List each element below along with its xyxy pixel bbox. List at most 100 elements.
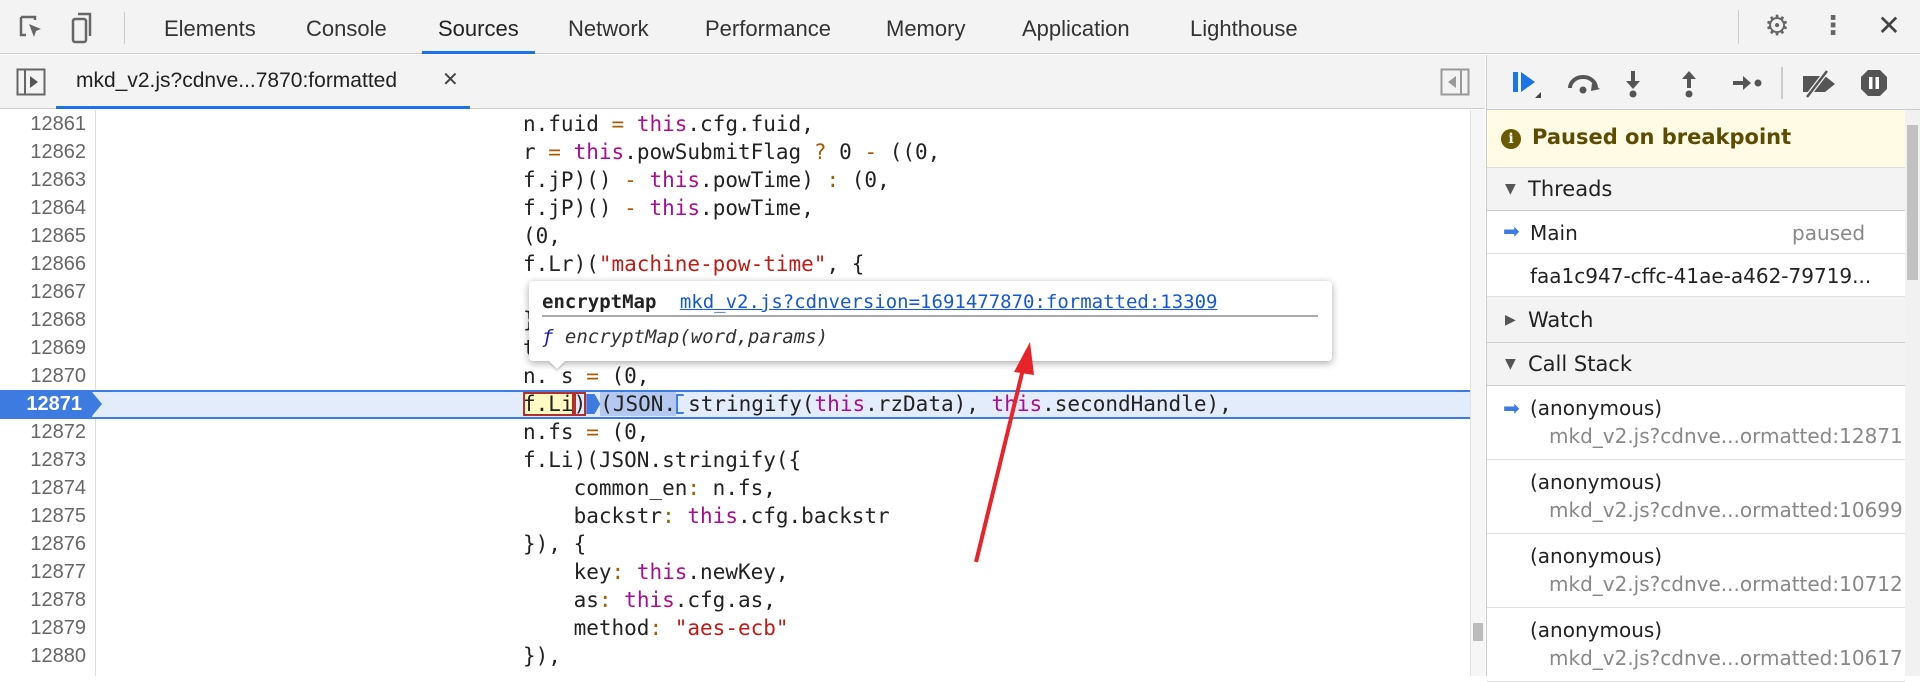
frame-location[interactable]: mkd_v2.js?cdnve...ormatted:10712 <box>1549 572 1903 596</box>
code-line: as: this.cfg.as, <box>523 588 776 612</box>
line-number[interactable]: 12865 <box>0 222 92 250</box>
line-number[interactable]: 12876 <box>0 530 92 558</box>
line-number[interactable]: 12869 <box>0 334 92 362</box>
code-line: r = this.powSubmitFlag ? 0 - ((0, <box>523 140 941 164</box>
call-stack-frame[interactable]: (anonymous) mkd_v2.js?cdnve...ormatted:10… <box>1487 608 1905 682</box>
line-number[interactable]: 12864 <box>0 194 92 222</box>
resume-icon[interactable] <box>1509 70 1543 100</box>
debugger-toolbar <box>1487 55 1920 110</box>
code-token: this <box>991 392 1043 416</box>
watch-section-header[interactable]: ▶ Watch <box>1487 297 1905 343</box>
function-hover-popover: encryptMap mkd_v2.js?cdnversion=16914778… <box>529 281 1332 361</box>
line-number[interactable]: 12875 <box>0 502 92 530</box>
paused-status-text: Paused on breakpoint <box>1532 125 1792 149</box>
thread-status: paused <box>1792 221 1866 245</box>
threads-section-header[interactable]: ▼ Threads <box>1487 168 1905 211</box>
current-frame-arrow-icon: ➡ <box>1503 396 1520 420</box>
frame-location[interactable]: mkd_v2.js?cdnve...ormatted:12871 <box>1549 424 1903 448</box>
inline-breakpoint-inactive-icon[interactable] <box>676 394 689 414</box>
file-tab-label: mkd_v2.js?cdnve...7870:formatted <box>76 69 398 92</box>
code-line: f.jP)() - this.powTime) : (0, <box>523 168 890 192</box>
step-icon[interactable] <box>1731 73 1763 93</box>
thread-item-main[interactable]: ➡ Main paused <box>1487 211 1905 254</box>
line-number[interactable]: 12867 <box>0 278 92 306</box>
code-line: common_en: n.fs, <box>523 476 776 500</box>
close-devtools-icon[interactable]: ✕ <box>1874 12 1904 40</box>
step-into-icon[interactable] <box>1623 69 1643 99</box>
call-stack-frame[interactable]: ➡ (anonymous) mkd_v2.js?cdnve...ormatted:1… <box>1487 386 1905 460</box>
execution-line-number[interactable]: 12871 <box>0 392 102 417</box>
code-token: (JSON. <box>600 392 677 416</box>
paused-banner: i Paused on breakpoint <box>1487 110 1905 168</box>
section-title: Call Stack <box>1528 352 1633 376</box>
line-number[interactable]: 12861 <box>0 110 92 138</box>
toggle-navigator-icon[interactable] <box>16 68 46 96</box>
debugger-sidebar: i Paused on breakpoint ▼ Threads ➡ Main p… <box>1486 55 1920 682</box>
line-number[interactable]: 12866 <box>0 250 92 278</box>
close-tab-icon[interactable]: ✕ <box>442 67 459 91</box>
popover-function-name: encryptMap <box>542 291 657 313</box>
call-stack-frame[interactable]: (anonymous) mkd_v2.js?cdnve...ormatted:10… <box>1487 534 1905 608</box>
code-token: stringify( <box>688 392 815 416</box>
step-out-icon[interactable] <box>1679 69 1699 99</box>
collapse-triangle-icon: ▶ <box>1505 312 1516 328</box>
popover-signature: encryptMap(word,params) <box>564 326 829 348</box>
tab-lighthouse[interactable]: Lighthouse <box>1188 0 1300 54</box>
editor-scrollbar[interactable] <box>1470 110 1485 676</box>
tab-memory[interactable]: Memory <box>884 0 967 54</box>
code-line: key: this.newKey, <box>523 560 789 584</box>
code-line: n.fuid = this.cfg.fuid, <box>523 112 814 136</box>
tab-elements[interactable]: Elements <box>162 0 258 54</box>
line-number[interactable]: 12880 <box>0 642 92 670</box>
tab-sources[interactable]: Sources <box>422 0 535 54</box>
call-paren: ) <box>573 392 587 416</box>
line-number[interactable]: 12879 <box>0 614 92 642</box>
callstack-section-header[interactable]: ▼ Call Stack <box>1487 343 1905 386</box>
line-number[interactable]: 12872 <box>0 418 92 446</box>
tab-console[interactable]: Console <box>304 0 389 54</box>
line-number[interactable]: 12868 <box>0 306 92 334</box>
popover-source-link[interactable]: mkd_v2.js?cdnversion=1691477870:formatte… <box>680 291 1218 313</box>
inspect-element-icon[interactable] <box>18 14 46 42</box>
thread-name: Main <box>1530 221 1578 245</box>
deactivate-breakpoints-icon[interactable] <box>1799 69 1839 99</box>
code-line: backstr: this.cfg.backstr <box>523 504 890 528</box>
section-title: Threads <box>1528 177 1613 201</box>
line-number[interactable]: 12874 <box>0 474 92 502</box>
file-tab[interactable]: mkd_v2.js?cdnve...7870:formatted ✕ <box>56 55 470 109</box>
settings-gear-icon[interactable]: ⚙ <box>1762 12 1792 40</box>
code-token: .secondHandle), <box>1042 392 1232 416</box>
frame-location[interactable]: mkd_v2.js?cdnve...ormatted:10699 <box>1549 498 1903 522</box>
devtools-toolbar: Elements Console Sources Network Perform… <box>0 0 1920 54</box>
sidebar-scrollbar[interactable] <box>1905 110 1920 676</box>
editor-scrollbar-thumb[interactable] <box>1473 623 1483 641</box>
current-execution-line[interactable]: 12871 f.Li) (JSON. stringify(this.rzData),… <box>0 390 1470 419</box>
inline-breakpoint-icon[interactable] <box>586 394 601 414</box>
toggle-debugger-icon[interactable] <box>1440 68 1470 96</box>
step-over-icon[interactable] <box>1565 70 1603 96</box>
tab-application[interactable]: Application <box>1020 0 1132 54</box>
divider <box>1738 10 1739 44</box>
more-options-icon[interactable]: ⋮ <box>1820 12 1846 40</box>
line-number[interactable]: 12870 <box>0 362 92 390</box>
line-number[interactable]: 12878 <box>0 586 92 614</box>
hovered-callee[interactable]: f.Li <box>523 392 574 416</box>
frame-location[interactable]: mkd_v2.js?cdnve...ormatted:10617 <box>1549 646 1903 670</box>
pause-on-exceptions-icon[interactable] <box>1859 68 1889 98</box>
execution-line-code: f.Li) (JSON. stringify(this.rzData), this.… <box>523 390 1232 418</box>
line-number[interactable]: 12863 <box>0 166 92 194</box>
call-stack-frame[interactable]: (anonymous) mkd_v2.js?cdnve...ormatted:10… <box>1487 460 1905 534</box>
line-number[interactable]: 12873 <box>0 446 92 474</box>
code-editor[interactable]: 12861 12862 12863 12864 12865 12866 12867 12868… <box>0 110 1470 676</box>
line-number[interactable]: 12877 <box>0 558 92 586</box>
frame-function: (anonymous) <box>1530 544 1663 568</box>
tab-network[interactable]: Network <box>566 0 651 54</box>
code-line: (0, <box>523 224 561 248</box>
device-toolbar-icon[interactable] <box>70 12 92 44</box>
line-number[interactable]: 12862 <box>0 138 92 166</box>
code-line: f.Lr)("machine-pow-time", { <box>523 252 865 276</box>
tab-performance[interactable]: Performance <box>703 0 833 54</box>
section-title: Watch <box>1528 308 1594 332</box>
thread-item-worker[interactable]: faa1c947-cffc-41ae-a462-79719... <box>1487 254 1905 297</box>
sidebar-scrollbar-thumb[interactable] <box>1907 125 1918 280</box>
